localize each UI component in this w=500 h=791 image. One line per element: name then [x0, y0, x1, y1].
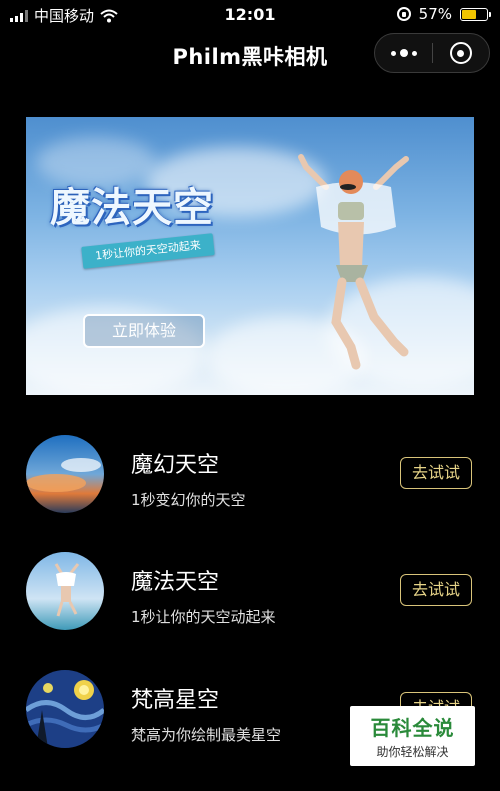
starry-night-thumbnail [26, 670, 104, 748]
banner-subtitle: 1秒让你的天空动起来 [81, 233, 215, 269]
close-circle-icon[interactable] [433, 34, 489, 72]
item-title: 梵高星空 [131, 688, 220, 713]
item-subtitle: 1秒变幻你的天空 [131, 491, 246, 509]
watermark-sub: 助你轻松解决 [376, 745, 449, 759]
battery-icon [460, 7, 491, 21]
list-item[interactable]: 魔幻天空 1秒变幻你的天空 去试试 [26, 435, 474, 515]
battery-fill [462, 9, 476, 19]
item-title: 魔法天空 [131, 570, 220, 595]
banner-title: 魔法天空 [50, 184, 214, 231]
rotation-lock-icon [396, 7, 411, 21]
jumping-person-image [298, 154, 409, 370]
try-button[interactable]: 去试试 [400, 574, 472, 606]
fantasy-sky-thumbnail [26, 435, 104, 513]
promo-banner[interactable]: 魔法天空 1秒让你的天空动起来 立即体验 [26, 117, 474, 395]
watermark-main: 百科全说 [370, 716, 455, 740]
item-title: 魔幻天空 [131, 453, 220, 478]
status-right: 57% [396, 5, 491, 23]
try-button[interactable]: 去试试 [400, 457, 472, 489]
item-subtitle: 梵高为你绘制最美星空 [131, 726, 282, 744]
battery-percent: 57% [418, 5, 452, 23]
list-item[interactable]: 魔法天空 1秒让你的天空动起来 去试试 [26, 552, 474, 632]
miniprogram-capsule [374, 33, 490, 73]
try-now-button[interactable]: 立即体验 [83, 314, 205, 348]
item-subtitle: 1秒让你的天空动起来 [131, 608, 276, 626]
magic-sky-thumbnail [26, 552, 104, 630]
more-dots-icon[interactable] [375, 34, 432, 72]
watermark: 百科全说 助你轻松解决 [350, 706, 475, 766]
status-bar: 中国移动 12:01 57% [0, 0, 500, 30]
